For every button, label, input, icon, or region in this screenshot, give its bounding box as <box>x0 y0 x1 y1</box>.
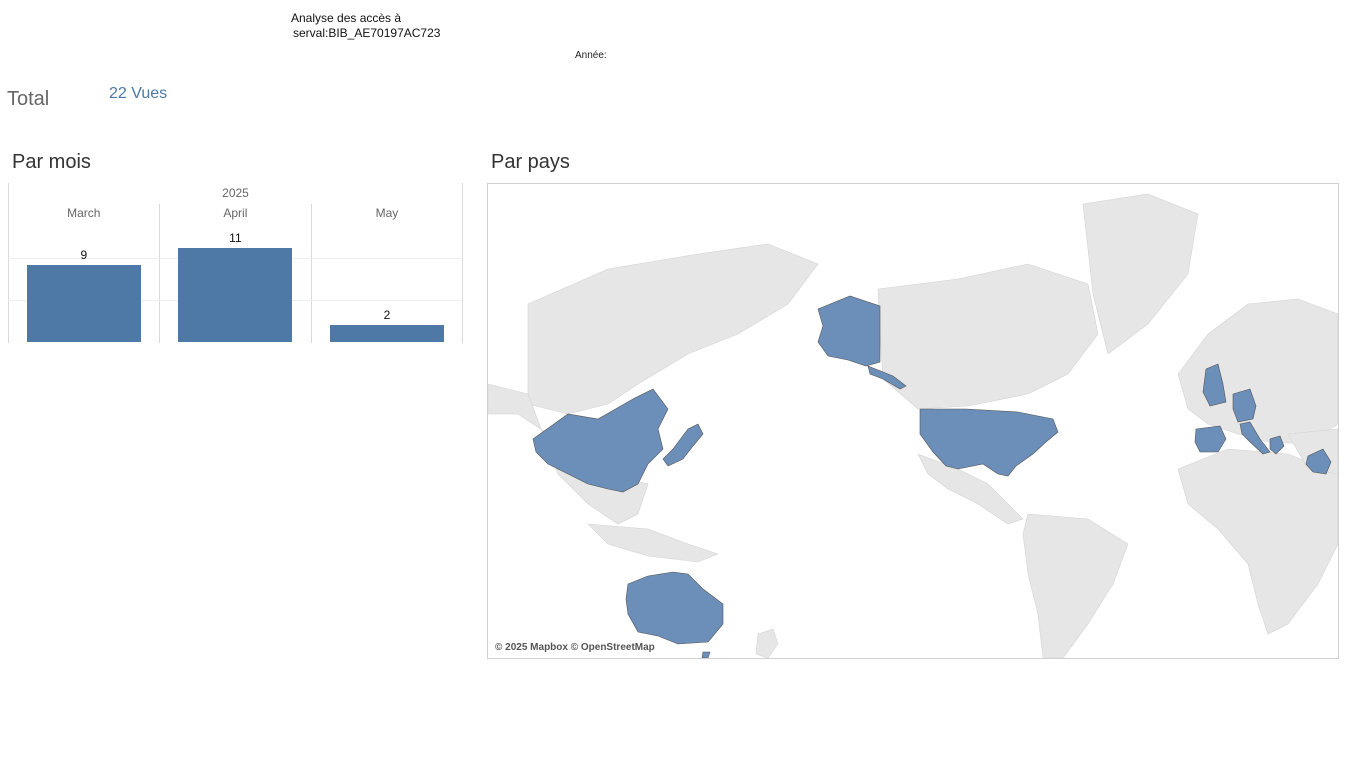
bar-value-label-march: 9 <box>80 248 88 262</box>
bar-value-label-may: 2 <box>383 308 391 322</box>
bars-layer: March 9 April 11 May 2 <box>8 183 463 343</box>
report-title-line1: Analyse des accès à <box>291 11 402 25</box>
country-us-alaska <box>817 295 881 367</box>
land-indonesia <box>587 523 719 563</box>
year-filter-label[interactable]: Année: <box>575 50 607 61</box>
land-africa <box>1177 448 1338 635</box>
monthly-bar-chart: 2025 March 9 April 11 May 2 <box>8 183 463 343</box>
par-pays-title: Par pays <box>491 151 570 173</box>
bar-value-label-april: 11 <box>229 231 242 245</box>
world-map[interactable]: © 2025 Mapbox © OpenStreetMap <box>487 183 1339 659</box>
country-australia-tasmania <box>701 651 711 658</box>
month-label-march: March <box>67 206 101 220</box>
land-south-america <box>1022 513 1129 658</box>
land-greenland <box>1082 193 1199 355</box>
total-label: Total <box>7 88 50 110</box>
country-spain <box>1194 425 1227 453</box>
par-mois-title: Par mois <box>12 151 91 173</box>
land-canada <box>877 263 1099 410</box>
map-svg <box>488 193 1338 658</box>
total-value: 22 Vues <box>109 85 168 102</box>
month-label-april: April <box>223 206 248 220</box>
report-title-line2: serval:BIB_AE70197AC723 <box>293 26 441 40</box>
country-japan <box>662 423 704 467</box>
bar-may[interactable] <box>330 325 444 342</box>
map-attribution[interactable]: © 2025 Mapbox © OpenStreetMap <box>495 642 655 653</box>
land-europe <box>1177 298 1338 445</box>
bar-april[interactable] <box>178 248 293 342</box>
land-northern-asia <box>527 243 819 415</box>
country-australia <box>625 571 724 645</box>
month-label-may: May <box>375 206 399 220</box>
bar-march[interactable] <box>26 265 141 342</box>
land-new-zealand <box>755 628 779 658</box>
